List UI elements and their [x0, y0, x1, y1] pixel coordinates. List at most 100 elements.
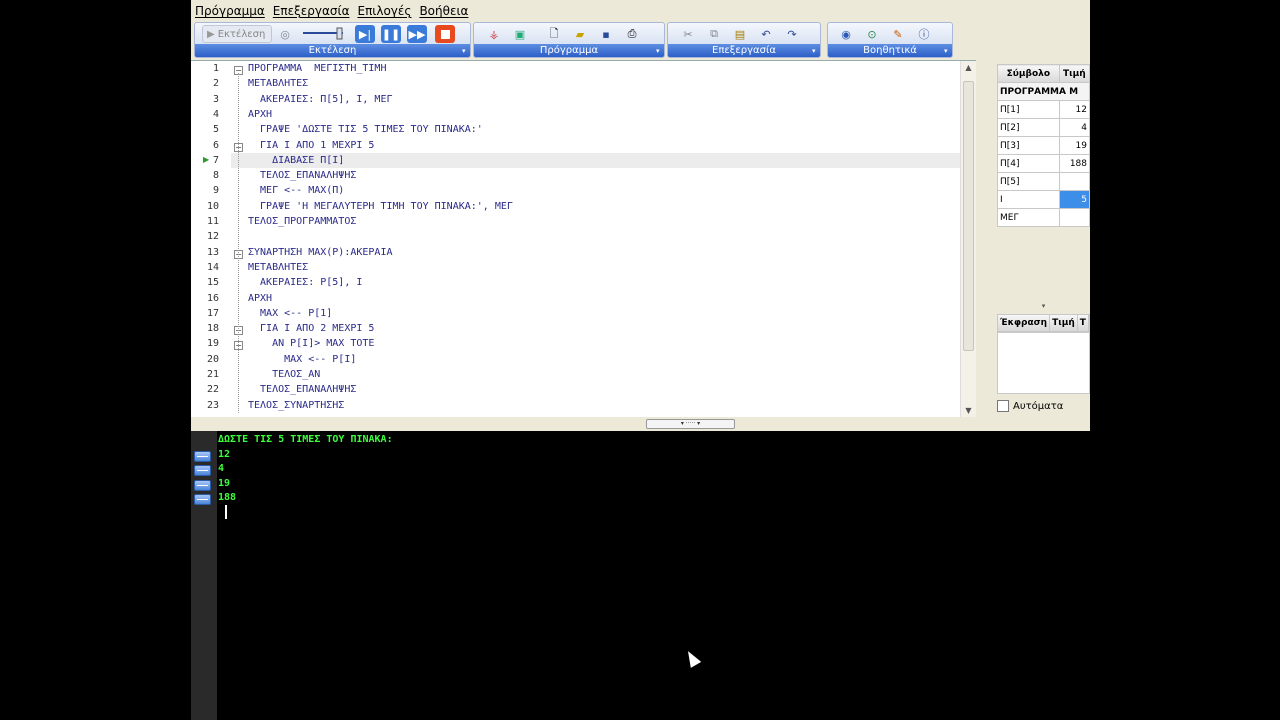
- code-line[interactable]: ΤΕΛΟΣ_ΠΡΟΓΡΑΜΜΑΤΟΣ: [248, 216, 356, 227]
- splitter-toggle-icon[interactable]: ▾ ····· ▾: [646, 419, 735, 429]
- code-line[interactable]: ΜΑΧ <-- Ρ[Ι]: [248, 354, 356, 365]
- line-number: 14: [206, 261, 219, 273]
- print-icon: ⎙: [627, 27, 637, 40]
- column-header-symbol[interactable]: Σύμβολο: [997, 64, 1060, 83]
- speed-slider[interactable]: [300, 25, 346, 43]
- cut-button[interactable]: ✂: [678, 25, 698, 43]
- scrollbar-thumb[interactable]: [963, 81, 974, 351]
- symbols-table: Σύμβολο Τιμή ΠΡΟΓΡΑΜΜΑ Μ Π[1] 12 Π[2] 4 Π[3]…: [997, 64, 1090, 227]
- panel-splitter[interactable]: ▾ ····· ▾: [191, 417, 1090, 431]
- line-number: 21: [206, 369, 219, 380]
- toolbar-edit: ✂ ⧉ ▤ ↶ ↷ Επεξεργασία ▾: [667, 22, 821, 58]
- code-line[interactable]: ΜΕΤΑΒΛΗΤΕΣ: [248, 78, 308, 89]
- save-icon: ▪: [602, 27, 610, 41]
- panel-scroll-down-icon[interactable]: ▾: [997, 302, 1090, 310]
- line-number: 12: [206, 231, 219, 243]
- code-editor[interactable]: 1 2 3 4 5 6 7 ▶ 8 9 10 11 12 13 14 15 16 17 18 19 20 21 22 23 Π…: [191, 60, 976, 418]
- toolbar-grip-icon[interactable]: ▾: [812, 46, 819, 56]
- line-number: 23: [206, 399, 219, 411]
- print-button[interactable]: ⎙: [622, 25, 642, 43]
- output-console[interactable]: ΔΩΣΤΕ ΤΙΣ 5 ΤΙΜΕΣ ΤΟΥ ΠΙΝΑΚΑ: 12 4 19 188: [191, 431, 1090, 720]
- console-line: 4: [218, 463, 225, 474]
- symbol-row[interactable]: ΜΕΓ: [997, 208, 1090, 227]
- toolbar-grip-icon[interactable]: ▾: [656, 46, 663, 56]
- line-number: 8: [212, 170, 219, 182]
- pause-button[interactable]: ❚❚: [381, 25, 401, 43]
- search-button[interactable]: ⊙: [862, 25, 882, 43]
- code-line[interactable]: ΤΕΛΟΣ_ΑΝ: [248, 369, 320, 380]
- code-line[interactable]: ΑΡΧΗ: [248, 109, 272, 120]
- code-line[interactable]: ΜΕΓ <-- ΜΑΧ(Π): [248, 185, 344, 196]
- symbol-row[interactable]: Π[4] 188: [997, 154, 1090, 173]
- code-line[interactable]: ΓΙΑ Ι ΑΠΟ 1 ΜΕΧΡΙ 5: [248, 140, 374, 151]
- code-line[interactable]: ΤΕΛΟΣ_ΕΠΑΝΑΛΗΨΗΣ: [248, 384, 356, 395]
- symbol-row[interactable]: Π[2] 4: [997, 118, 1090, 137]
- column-header-type[interactable]: Τ: [1078, 315, 1089, 331]
- symbol-value: 19: [1058, 136, 1090, 155]
- stop-button[interactable]: [435, 25, 455, 43]
- tree-button[interactable]: ⚶: [484, 25, 504, 43]
- code-line[interactable]: ΓΡΑΨΕ 'ΔΩΣΤΕ ΤΙΣ 5 ΤΙΜΕΣ ΤΟΥ ΠΙΝΑΚΑ:': [248, 124, 483, 135]
- expressions-header: Έκφραση Τιμή Τ: [997, 314, 1090, 332]
- symbol-name: Ι: [997, 190, 1060, 209]
- new-file-button[interactable]: 🗋: [544, 25, 564, 43]
- console-line: ΔΩΣΤΕ ΤΙΣ 5 ΤΙΜΕΣ ΤΟΥ ΠΙΝΑΚΑ:: [218, 434, 393, 445]
- code-line[interactable]: ΔΙΑΒΑΣΕ Π[Ι]: [248, 155, 344, 166]
- save-button[interactable]: ▪: [596, 25, 616, 43]
- help-button[interactable]: ⓘ: [914, 25, 934, 43]
- scroll-up-icon[interactable]: ▲: [961, 61, 976, 75]
- fast-forward-button[interactable]: ▶▶: [407, 25, 427, 43]
- menu-options[interactable]: Επιλογές: [353, 4, 415, 18]
- paste-button[interactable]: ▤: [730, 25, 750, 43]
- code-line[interactable]: ΤΕΛΟΣ_ΕΠΑΝΑΛΗΨΗΣ: [248, 170, 356, 181]
- code-line[interactable]: ΜΑΧ <-- Ρ[1]: [248, 308, 332, 319]
- step-button[interactable]: ▶|: [355, 25, 375, 43]
- symbol-value: 5: [1058, 190, 1090, 209]
- code-line[interactable]: ΑΚΕΡΑΙΕΣ: Π[5], Ι, ΜΕΓ: [248, 94, 392, 105]
- open-folder-icon: ▰: [575, 27, 585, 41]
- code-line[interactable]: ΑΡΧΗ: [248, 293, 272, 304]
- column-header-value[interactable]: Τιμή: [1058, 64, 1090, 83]
- symbol-row[interactable]: Π[1] 12: [997, 100, 1090, 119]
- code-line[interactable]: ΣΥΝΑΡΤΗΣΗ ΜΑΧ(Ρ):ΑΚΕΡΑΙΑ: [248, 247, 393, 258]
- symbol-name: Π[3]: [997, 136, 1060, 155]
- column-header-expression[interactable]: Έκφραση: [998, 315, 1051, 331]
- web-button[interactable]: ◉: [836, 25, 856, 43]
- menu-edit[interactable]: Επεξεργασία: [269, 4, 354, 18]
- copy-button[interactable]: ⧉: [704, 25, 724, 43]
- console-line: 12: [218, 448, 231, 460]
- code-line[interactable]: ΑΝ Ρ[Ι]> ΜΑΧ ΤΟΤΕ: [248, 338, 374, 349]
- menu-program[interactable]: Πρόγραμμα: [191, 4, 269, 18]
- scroll-down-icon[interactable]: ▼: [961, 404, 976, 418]
- auto-checkbox[interactable]: [997, 400, 1009, 412]
- code-line[interactable]: ΜΕΤΑΒΛΗΤΕΣ: [248, 262, 308, 273]
- code-line[interactable]: ΤΕΛΟΣ_ΣΥΝΑΡΤΗΣΗΣ: [248, 400, 344, 411]
- code-line[interactable]: ΓΡΑΨΕ 'Η ΜΕΓΑΛΥΤΕΡΗ ΤΙΜΗ ΤΟΥ ΠΙΝΑΚΑ:', Μ…: [248, 201, 513, 212]
- symbol-row[interactable]: Π[5]: [997, 172, 1090, 191]
- code-line[interactable]: ΓΙΑ Ι ΑΠΟ 2 ΜΕΧΡΙ 5: [248, 323, 374, 334]
- symbol-row[interactable]: Ι5: [997, 190, 1090, 209]
- toolbar-grip-icon[interactable]: ▾: [944, 46, 951, 56]
- run-button[interactable]: ▶ Εκτέλεση: [202, 25, 272, 43]
- menu-help[interactable]: Βοήθεια: [415, 4, 472, 18]
- brush-button[interactable]: ✎: [888, 25, 908, 43]
- code-line[interactable]: ΑΚΕΡΑΙΕΣ: Ρ[5], Ι: [248, 277, 362, 288]
- expressions-list[interactable]: [997, 332, 1090, 394]
- line-number: 1: [212, 63, 219, 74]
- code-line[interactable]: ΠΡΟΓΡΑΜΜΑ ΜΕΓΙΣΤΗ_ΤΙΜΗ: [248, 63, 386, 74]
- undo-button[interactable]: ↶: [756, 25, 776, 43]
- step-icon: ▶|: [358, 27, 372, 41]
- window-button[interactable]: ▣: [510, 25, 530, 43]
- redo-button[interactable]: ↷: [782, 25, 802, 43]
- symbol-value: [1058, 172, 1090, 191]
- editor-vertical-scrollbar[interactable]: ▲ ▼: [960, 61, 976, 418]
- line-number: 17: [206, 307, 219, 319]
- toolbar-grip-icon[interactable]: ▾: [462, 46, 469, 56]
- symbol-row[interactable]: Π[3] 19: [997, 136, 1090, 155]
- copy-icon: ⧉: [710, 27, 718, 40]
- auto-option[interactable]: Αυτόματα: [997, 398, 1063, 414]
- open-file-button[interactable]: ▰: [570, 25, 590, 43]
- play-icon: ▶: [207, 28, 215, 40]
- column-header-expr-value[interactable]: Τιμή: [1050, 315, 1078, 331]
- stop-circle-button[interactable]: ◎: [275, 25, 295, 43]
